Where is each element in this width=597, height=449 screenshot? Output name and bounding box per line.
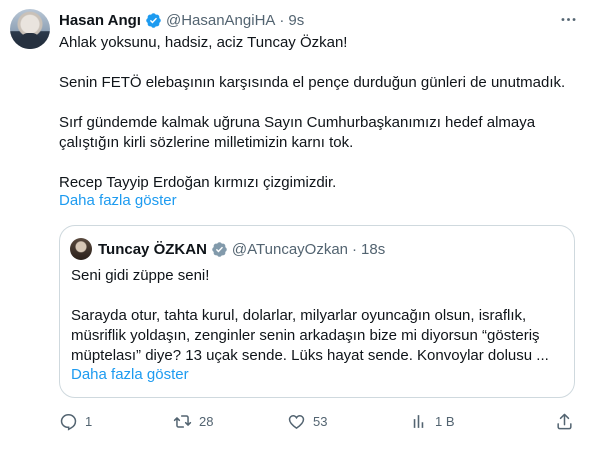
quoted-tweet[interactable]: Tuncay ÖZKAN @ATuncayOzkan · 18s Seni gi… [59,225,575,398]
action-bar: 1 28 53 1 B [59,410,579,432]
reply-count: 1 [85,413,93,429]
reply-button[interactable]: 1 [59,410,92,432]
separator-dot: · [279,11,285,29]
views-icon [413,414,424,428]
author-avatar[interactable] [10,9,50,49]
like-button[interactable]: 53 [287,410,327,432]
author-handle[interactable]: @HasanAngiHA [166,12,275,29]
tweet-text: Ahlak yoksunu, hadsiz, aciz Tuncay Özkan… [59,33,579,193]
quote-line: müptelası” diye? 13 uçak sende. Lüks hay… [71,347,549,364]
quote-author-avatar [70,238,92,260]
reply-icon [60,413,77,431]
share-icon [557,413,572,429]
tweet-line: Sırf gündemde kalmak uğruna Sayın Cumhur… [59,114,536,131]
quote-author-handle: @ATuncayOzkan [231,240,349,258]
tweet-line: Ahlak yoksunu, hadsiz, aciz Tuncay Özkan… [59,34,348,51]
tweet-line: çalıştığın kirli sözlerine milletimizin … [59,134,354,151]
quote-header: Tuncay ÖZKAN @ATuncayOzkan · 18s [98,239,385,259]
verified-badge-icon [211,241,228,258]
separator-dot: · [352,240,358,258]
quote-line: Sarayda otur, tahta kurul, dolarlar, mil… [71,307,527,324]
like-count: 53 [313,413,328,429]
tweet-line: Recep Tayyip Erdoğan kırmızı çizgimizdir… [59,174,337,191]
share-button[interactable] [555,410,574,432]
tweet-time[interactable]: 9s [288,12,304,29]
quote-text: Seni gidi züppe seni! Sarayda otur, taht… [71,266,566,366]
tweet-card[interactable]: Hasan Angı @HasanAngiHA · 9s Ahlak yoksu… [0,0,597,449]
author-name[interactable]: Hasan Angı [59,12,141,29]
quote-line: müsriflik yoldaşın, zenginler senin arka… [71,327,540,344]
views-count: 1 B [435,413,455,429]
quote-author-name: Tuncay ÖZKAN [98,240,207,258]
tweet-line: Senin FETÖ elebaşının karşısında el penç… [59,74,566,91]
retweet-icon [173,414,192,428]
retweet-count: 28 [199,413,214,429]
verified-badge-icon [145,12,162,29]
tweet-header: Hasan Angı @HasanAngiHA · 9s [59,10,304,30]
views-button[interactable]: 1 B [409,410,455,432]
quote-show-more-link[interactable]: Daha fazla göster [71,366,189,383]
like-icon [288,414,305,429]
quote-time: 18s [361,240,386,258]
quote-line: Seni gidi züppe seni! [71,267,210,284]
more-options-icon[interactable] [557,8,579,30]
show-more-link[interactable]: Daha fazla göster [59,192,177,209]
retweet-button[interactable]: 28 [173,410,213,432]
